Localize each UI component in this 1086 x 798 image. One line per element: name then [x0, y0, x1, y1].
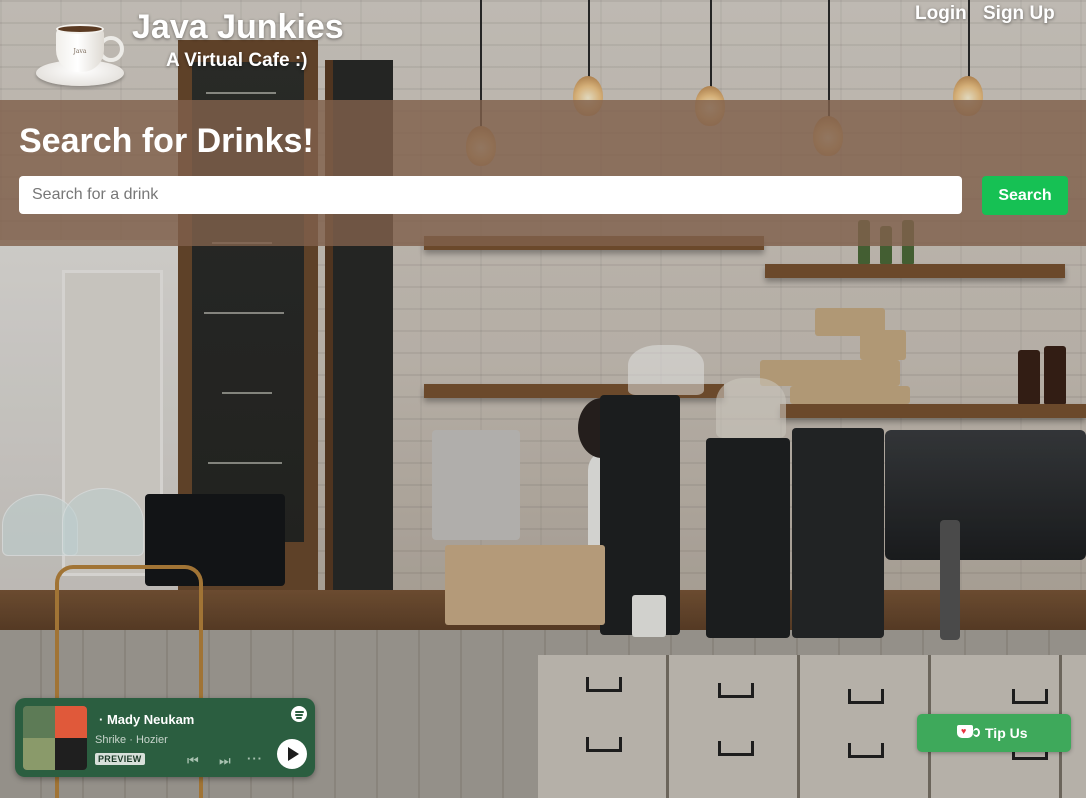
more-icon[interactable]: ··· [247, 752, 263, 766]
previous-track-icon[interactable]: ⏮ [187, 754, 199, 768]
search-heading: Search for Drinks! [19, 122, 314, 160]
play-icon[interactable] [277, 739, 307, 769]
coffee-cup-heart-icon: ♥ [957, 725, 980, 738]
track-artist[interactable]: Hozier [136, 734, 168, 746]
search-button[interactable]: Search [982, 176, 1068, 215]
spotify-player[interactable]: · Mady Neukam Shrike · Hozier PREVIEW ⏮ … [15, 698, 315, 777]
meta-separator: · [129, 734, 133, 746]
search-input[interactable] [19, 176, 962, 214]
site-subtitle: A Virtual Cafe :) [166, 50, 308, 71]
album-art [23, 706, 87, 770]
preview-badge: PREVIEW [95, 753, 145, 765]
signup-link[interactable]: Sign Up [983, 3, 1055, 25]
tip-button[interactable]: ♥ Tip Us [917, 714, 1071, 752]
track-title[interactable]: Shrike [95, 734, 126, 746]
spotify-icon[interactable] [291, 706, 307, 722]
site-title: Java Junkies [132, 8, 344, 46]
player-track-info: Shrike · Hozier [95, 734, 168, 746]
login-link[interactable]: Login [915, 3, 967, 25]
search-section: Search for Drinks! Search [0, 100, 1086, 246]
logo-coffee-cup[interactable]: Java [36, 6, 126, 90]
player-artist[interactable]: · Mady Neukam [99, 712, 194, 727]
next-track-icon[interactable]: ⏭ [219, 754, 231, 768]
logo-cup-text: Java [73, 48, 87, 55]
tip-button-label: Tip Us [985, 725, 1028, 741]
